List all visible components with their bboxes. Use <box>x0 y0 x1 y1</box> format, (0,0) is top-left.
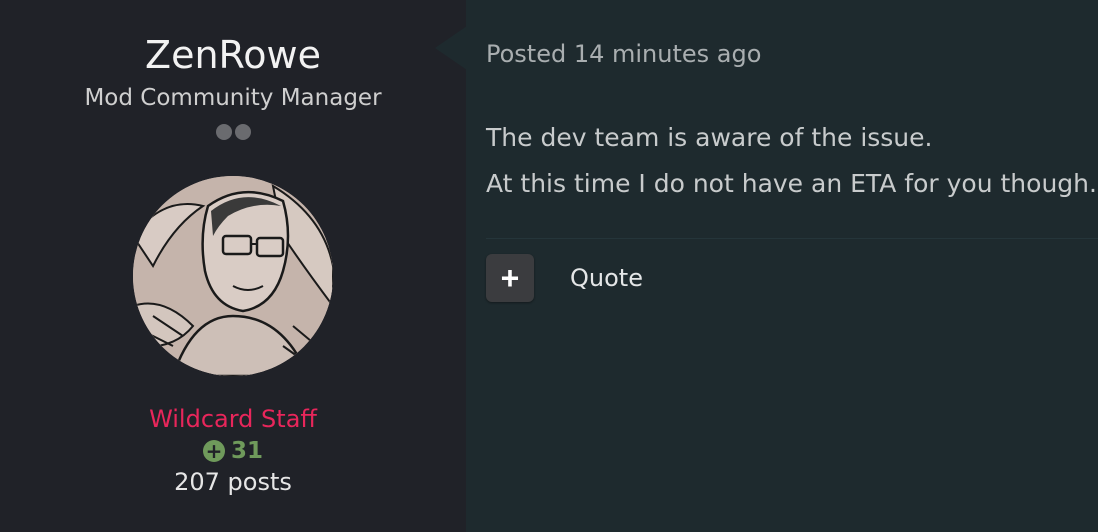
rank-pip <box>215 124 232 140</box>
plus-circle-icon: + <box>202 440 225 462</box>
author-username[interactable]: ZenRowe <box>145 34 321 76</box>
rank-pips <box>215 124 251 140</box>
post-count: 207 posts <box>174 468 292 496</box>
speech-arrow <box>435 26 467 70</box>
post-actions: + Quote <box>486 254 643 302</box>
avatar-image <box>133 176 333 376</box>
multiquote-button[interactable]: + <box>486 254 534 302</box>
avatar[interactable] <box>133 176 333 376</box>
author-group: Wildcard Staff <box>149 405 317 433</box>
quote-button[interactable]: Quote <box>570 264 643 292</box>
reputation: + 31 <box>202 438 263 464</box>
rank-pip <box>234 124 251 140</box>
post-line: At this time I do not have an ETA for yo… <box>486 169 1097 198</box>
author-pane: ZenRowe Mod Community Manager Wildcard S… <box>0 0 466 532</box>
author-title: Mod Community Manager <box>84 85 382 111</box>
reputation-count: 31 <box>230 438 263 464</box>
post-timestamp[interactable]: Posted 14 minutes ago <box>486 40 761 68</box>
divider <box>486 238 1098 239</box>
post-line: The dev team is aware of the issue. <box>486 123 933 152</box>
post-content: Posted 14 minutes ago The dev team is aw… <box>486 0 1098 532</box>
post-body: The dev team is aware of the issue. At t… <box>486 115 1097 207</box>
